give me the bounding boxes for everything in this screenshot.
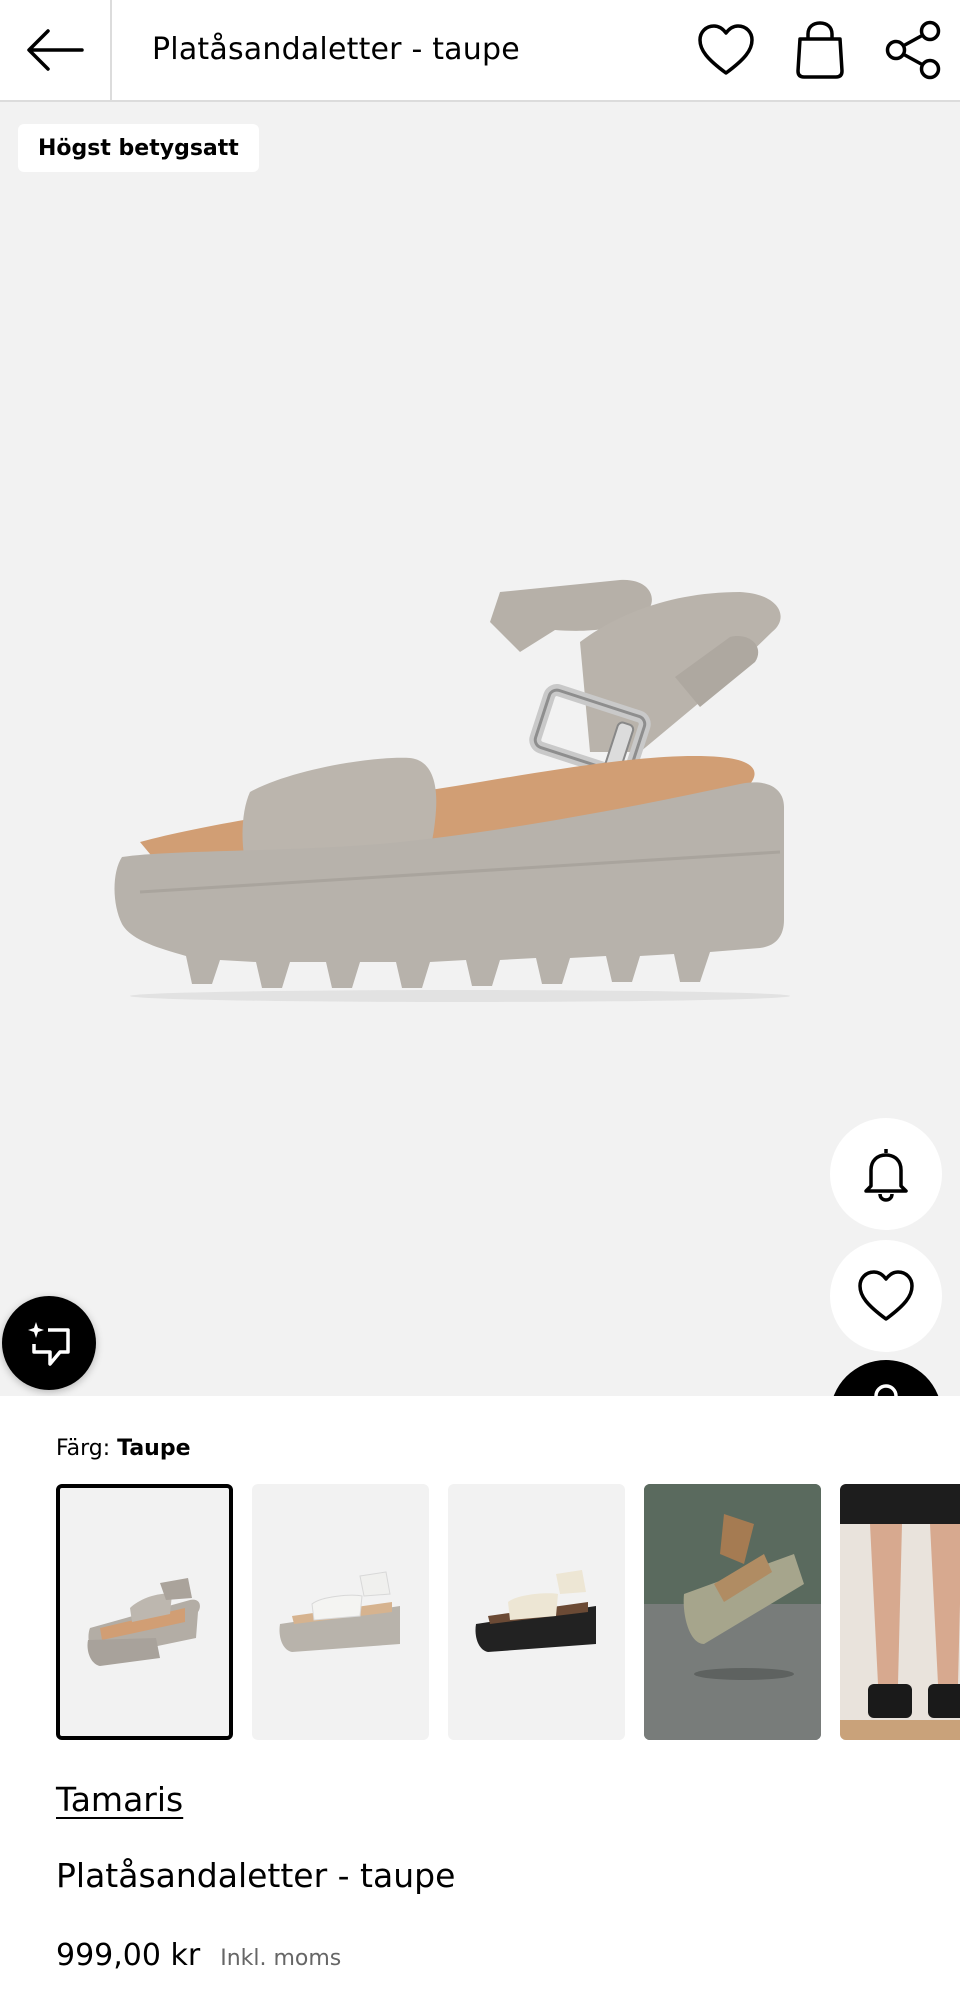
top-rated-badge: Högst betygsatt [18, 124, 259, 172]
header-title: Platåsandaletter - taupe [152, 32, 520, 67]
product-image-gallery[interactable]: Högst betygsatt [0, 102, 960, 1396]
product-title: Platåsandaletter - taupe [56, 1856, 456, 1895]
heart-icon [858, 1270, 914, 1321]
variant-image [840, 1484, 960, 1740]
share-button[interactable] [882, 18, 946, 82]
notify-button[interactable] [830, 1118, 942, 1230]
cart-button[interactable] [788, 18, 852, 82]
variant-thumbnail-cream-black[interactable] [448, 1484, 625, 1740]
color-label: Färg: Taupe [56, 1436, 191, 1461]
product-image [114, 579, 790, 1002]
variant-thumbnail-model[interactable] [840, 1484, 960, 1740]
price-row: 999,00 kr Inkl. moms [56, 1938, 341, 1973]
share-icon [885, 20, 941, 80]
price: 999,00 kr [56, 1938, 201, 1973]
arrow-left-icon [27, 29, 84, 71]
variant-thumbnail-taupe[interactable] [56, 1484, 233, 1740]
color-label-prefix: Färg: [56, 1436, 111, 1461]
variant-thumbnail-leopard[interactable] [644, 1484, 821, 1740]
variant-image [475, 1570, 596, 1652]
top-app-bar: Platåsandaletter - taupe [0, 0, 960, 102]
favorite-button[interactable] [830, 1240, 942, 1352]
style-assistant-button[interactable] [2, 1296, 96, 1390]
search-icon [874, 1384, 898, 1396]
color-value: Taupe [117, 1436, 191, 1461]
bell-icon [864, 1149, 908, 1202]
search-similar-button[interactable] [830, 1360, 942, 1396]
wishlist-button[interactable] [694, 18, 758, 82]
variant-image [87, 1578, 200, 1666]
variant-image [644, 1484, 821, 1740]
back-button[interactable] [0, 0, 112, 100]
variant-thumbnail-white[interactable] [252, 1484, 429, 1740]
variant-image [279, 1571, 400, 1652]
brand-link[interactable]: Tamaris [56, 1780, 183, 1819]
sparkle-compare-icon [28, 1322, 70, 1366]
shopping-bag-icon [796, 21, 844, 79]
vat-note: Inkl. moms [220, 1946, 342, 1971]
color-variant-carousel[interactable] [56, 1484, 960, 1740]
heart-icon [698, 24, 754, 75]
